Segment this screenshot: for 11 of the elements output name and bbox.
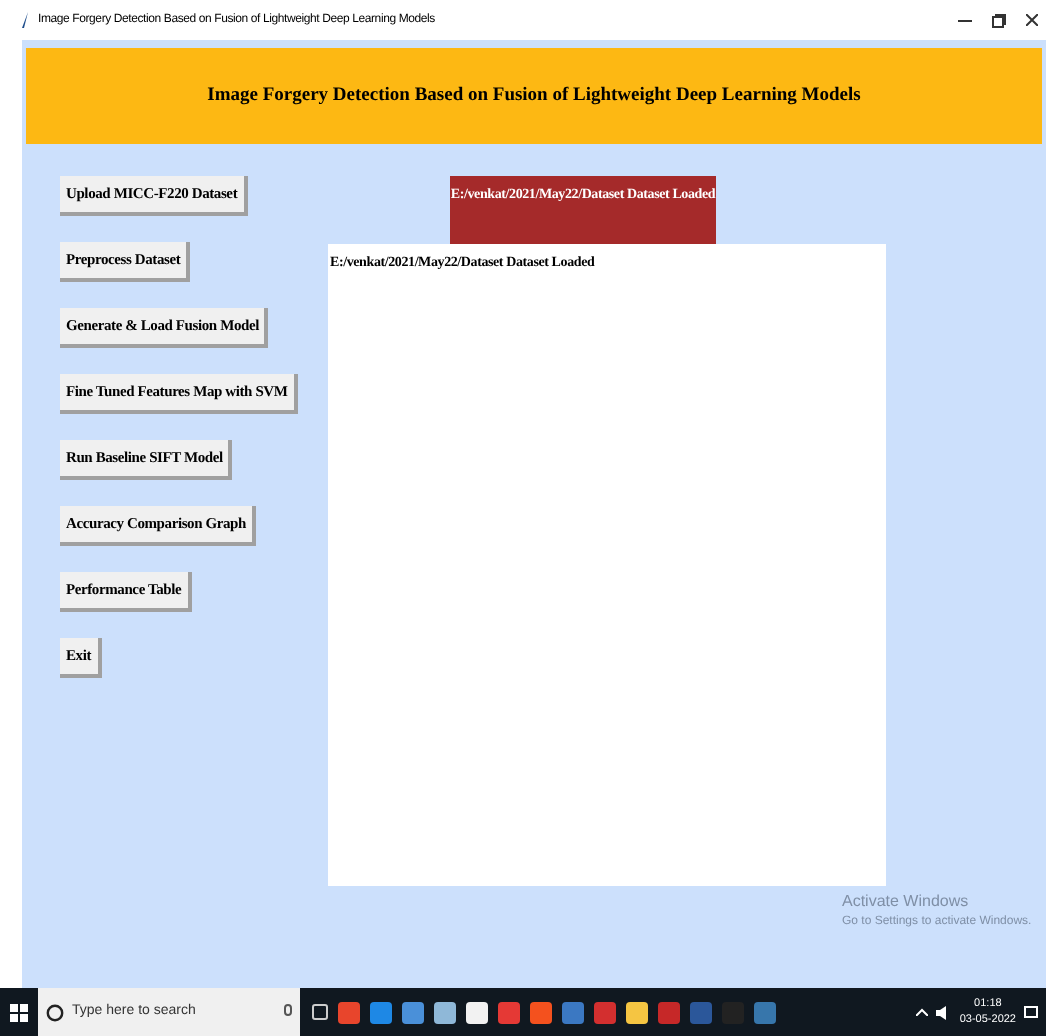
chevron-up-icon[interactable] xyxy=(915,1008,928,1016)
activation-title: Activate Windows xyxy=(842,890,971,914)
volume-icon[interactable] xyxy=(935,1005,952,1019)
restore-icon[interactable] xyxy=(992,13,1006,27)
search-icon xyxy=(46,1003,64,1021)
notification-icon[interactable] xyxy=(1024,1005,1038,1019)
task-view-icon[interactable] xyxy=(312,1004,328,1020)
close-icon[interactable] xyxy=(1026,14,1038,26)
minimize-icon[interactable] xyxy=(958,19,972,21)
header-title: Image Forgery Detection Based on Fusion of Lightweight Deep Learning Models xyxy=(207,83,861,110)
windows-start-icon[interactable] xyxy=(10,1003,28,1021)
